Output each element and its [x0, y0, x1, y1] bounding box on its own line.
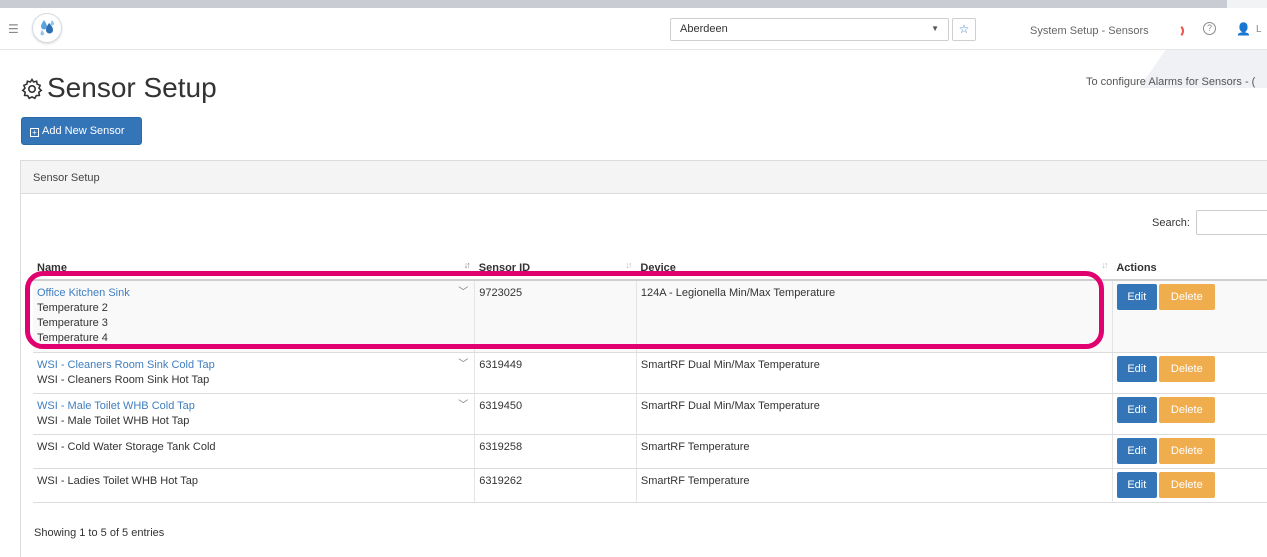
actions-cell: Edit Delete [1112, 280, 1267, 353]
actions-cell: Edit Delete [1112, 352, 1267, 394]
page-title: Sensor Setup [47, 72, 217, 103]
chevron-down-icon[interactable]: ﹀ [458, 285, 468, 300]
device-cell: SmartRF Temperature [636, 468, 1113, 503]
actions-cell: Edit Delete [1112, 393, 1267, 435]
device-cell: 124A - Legionella Min/Max Temperature [636, 280, 1113, 353]
table-row: WSI - Cleaners Room Sink Cold Tap WSI - … [33, 352, 1267, 394]
sensor-name-link[interactable]: Office Kitchen Sink [37, 286, 470, 301]
column-header-actions-label: Actions [1116, 261, 1157, 274]
sensor-name-link[interactable]: WSI - Cleaners Room Sink Cold Tap [37, 358, 470, 373]
top-header: ☰ Aberdeen ▼ ☆ System Setup - Sensors ? … [0, 8, 1267, 50]
search-input[interactable] [1196, 210, 1267, 235]
column-header-actions: Actions [1112, 254, 1267, 281]
chevron-down-icon[interactable]: ﹀ [458, 357, 468, 372]
sensor-id-cell: 6319258 [474, 434, 637, 469]
alarm-config-note[interactable]: To configure Alarms for Sensors - ( [1086, 76, 1255, 88]
sensor-subname: WSI - Male Toilet WHB Hot Tap [37, 414, 190, 427]
delete-button[interactable]: Delete [1158, 471, 1215, 498]
sensor-id-cell: 6319450 [474, 393, 637, 435]
delete-button[interactable]: Delete [1158, 284, 1215, 310]
column-header-name[interactable]: Name ↓↑ [33, 254, 475, 281]
plus-square-icon: + [30, 128, 39, 137]
device-cell: SmartRF Dual Min/Max Temperature [636, 393, 1113, 435]
device-cell: SmartRF Temperature [636, 434, 1113, 469]
actions-cell: Edit Delete [1112, 434, 1267, 469]
column-header-device[interactable]: Device ↓↑ [636, 254, 1113, 281]
sensor-table: Name ↓↑ Sensor ID ↓↑ Device ↓↑ Actions Offi… [33, 254, 1267, 503]
name-cell: WSI - Ladies Toilet WHB Hot Tap [33, 468, 476, 503]
edit-button[interactable]: Edit [1116, 471, 1157, 498]
top-strip [0, 0, 1267, 8]
device-cell: SmartRF Dual Min/Max Temperature [636, 352, 1113, 394]
add-new-sensor-label: Add New Sensor [42, 125, 125, 137]
user-name[interactable]: L [1256, 24, 1262, 35]
sort-icon: ↓↑ [625, 260, 632, 270]
sensor-setup-panel: Sensor Setup Search: Name ↓↑ Sensor ID ↓↑ … [20, 160, 1267, 557]
column-header-sensor-id[interactable]: Sensor ID ↓↑ [474, 254, 637, 281]
delete-button[interactable]: Delete [1158, 396, 1215, 423]
name-cell: Office Kitchen Sink Temperature 2 Temper… [33, 280, 476, 353]
sensor-id-cell: 6319449 [474, 352, 637, 394]
table-row: WSI - Ladies Toilet WHB Hot Tap 6319262 … [33, 468, 1267, 503]
location-select[interactable]: Aberdeen ▼ [670, 18, 949, 41]
page-breadcrumb: System Setup - Sensors [1030, 25, 1149, 37]
table-row: WSI - Male Toilet WHB Cold Tap WSI - Mal… [33, 393, 1267, 435]
sort-asc-icon: ↓↑ [463, 260, 471, 270]
sensor-subname: WSI - Cleaners Room Sink Hot Tap [37, 373, 210, 386]
name-cell: WSI - Cold Water Storage Tank Cold [33, 434, 476, 469]
delete-button[interactable]: Delete [1158, 355, 1215, 382]
sensor-subname: Temperature 4 [37, 332, 108, 344]
chevron-down-icon[interactable]: ﹀ [458, 398, 468, 413]
name-cell: WSI - Male Toilet WHB Cold Tap WSI - Mal… [33, 393, 476, 435]
water-drops-logo-icon [40, 20, 54, 36]
location-value: Aberdeen [680, 23, 728, 35]
column-header-device-label: Device [640, 261, 676, 274]
edit-button[interactable]: Edit [1116, 437, 1157, 464]
table-row: Office Kitchen Sink Temperature 2 Temper… [33, 280, 1267, 353]
name-cell: WSI - Cleaners Room Sink Cold Tap WSI - … [33, 352, 476, 394]
edit-button[interactable]: Edit [1116, 355, 1157, 382]
delete-button[interactable]: Delete [1158, 437, 1215, 464]
add-new-sensor-button[interactable]: + Add New Sensor [21, 117, 142, 145]
sort-icon: ↓↑ [1101, 260, 1108, 270]
gear-icon [21, 78, 43, 100]
sensor-subname: Temperature 3 [37, 317, 108, 329]
panel-heading: Sensor Setup [21, 161, 1267, 194]
actions-cell: Edit Delete [1112, 468, 1267, 503]
column-header-sensor-id-label: Sensor ID [478, 261, 531, 274]
menu-icon[interactable]: ☰ [8, 22, 19, 36]
help-icon[interactable]: ? [1203, 22, 1216, 35]
search-label: Search: [1152, 217, 1190, 229]
sensor-name: WSI - Cold Water Storage Tank Cold [37, 440, 216, 453]
user-icon[interactable]: 👤 [1236, 22, 1251, 36]
edit-button[interactable]: Edit [1116, 284, 1157, 310]
sensor-subname: Temperature 2 [37, 302, 108, 314]
star-icon: ☆ [958, 22, 970, 36]
edit-button[interactable]: Edit [1116, 396, 1157, 423]
caret-down-icon: ▼ [931, 24, 939, 33]
sensor-id-cell: 9723025 [474, 280, 637, 353]
sensor-name: WSI - Ladies Toilet WHB Hot Tap [37, 474, 198, 487]
table-info: Showing 1 to 5 of 5 entries [34, 527, 165, 539]
app-logo[interactable] [32, 13, 62, 43]
column-header-name-label: Name [37, 261, 67, 274]
spinner-icon [1170, 24, 1184, 38]
sensor-id-cell: 6319262 [474, 468, 637, 503]
favourite-button[interactable]: ☆ [952, 18, 976, 41]
sensor-name-link[interactable]: WSI - Male Toilet WHB Cold Tap [37, 399, 470, 414]
table-row: WSI - Cold Water Storage Tank Cold 63192… [33, 434, 1267, 469]
